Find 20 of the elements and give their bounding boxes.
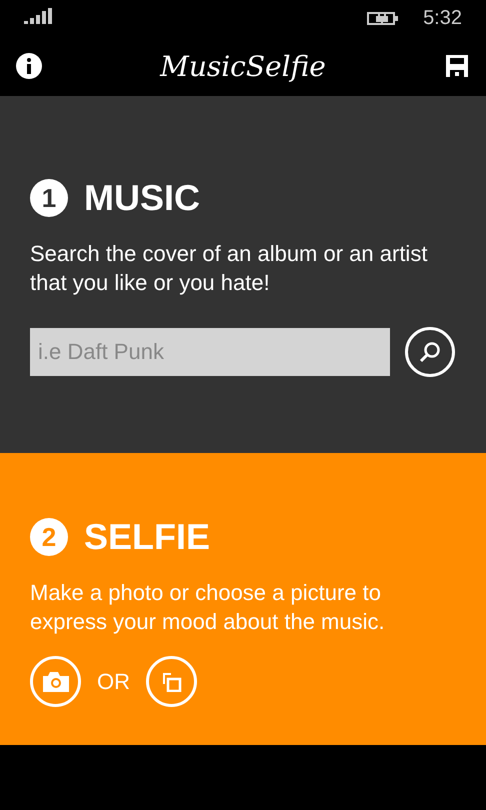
or-label: OR — [97, 668, 130, 696]
signal-icon — [24, 8, 54, 24]
gallery-icon — [162, 672, 182, 692]
info-icon — [26, 58, 32, 74]
save-button[interactable] — [444, 53, 470, 79]
camera-icon — [42, 672, 68, 692]
clock: 5:32 — [423, 6, 462, 31]
battery-icon — [367, 10, 400, 26]
section-description: Search the cover of an album or an artist that you like or you hate! — [30, 240, 428, 297]
search-icon — [419, 341, 441, 363]
info-button[interactable] — [16, 53, 42, 79]
search-field[interactable]: i.e Daft Punk — [30, 328, 390, 376]
search-button[interactable] — [405, 327, 455, 377]
step-number: 1 — [30, 179, 68, 217]
section-title: SELFIE — [84, 515, 210, 559]
app-logo: MusicSelfie — [160, 49, 326, 85]
save-icon — [446, 55, 468, 77]
step-number: 2 — [30, 518, 68, 556]
section-description: Make a photo or choose a picture to express your mood about the music. — [30, 579, 386, 636]
section-title: MUSIC — [84, 176, 200, 220]
